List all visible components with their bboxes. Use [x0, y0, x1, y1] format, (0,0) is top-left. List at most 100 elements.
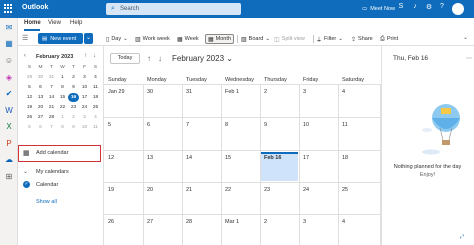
mini-day[interactable]: 3	[79, 73, 90, 82]
mini-day[interactable]: 12	[24, 93, 35, 102]
prev-month-icon[interactable]: ↑	[147, 54, 151, 63]
date-label[interactable]: 6	[147, 122, 150, 128]
date-label[interactable]: 5	[108, 122, 111, 128]
date-label[interactable]: 21	[186, 187, 192, 193]
date-label[interactable]: 11	[342, 122, 348, 128]
mini-day[interactable]: 7	[46, 123, 57, 132]
mini-day[interactable]: 26	[24, 113, 35, 122]
tab-view[interactable]: View	[48, 20, 61, 26]
mini-day[interactable]: 9	[68, 83, 79, 92]
help-icon[interactable]: ?	[437, 3, 447, 14]
mail-icon[interactable]: ✉	[3, 23, 15, 33]
split-view-button[interactable]: ◫ Split view	[274, 34, 305, 44]
mini-day[interactable]: 7	[46, 83, 57, 92]
date-label[interactable]: 4	[342, 219, 345, 225]
mini-day[interactable]: 9	[68, 123, 79, 132]
app-launcher-icon[interactable]	[4, 4, 13, 13]
mini-day[interactable]: 14	[46, 93, 57, 102]
mini-day[interactable]: 18	[90, 93, 101, 102]
mini-day[interactable]: 19	[24, 103, 35, 112]
mini-day[interactable]: 3	[79, 113, 90, 122]
hamburger-icon[interactable]: ☰	[22, 34, 28, 42]
powerpoint-icon[interactable]: P	[3, 139, 15, 149]
mini-day[interactable]: 10	[79, 123, 90, 132]
mini-day[interactable]: 27	[35, 113, 46, 122]
board-button[interactable]: ▨ Board ⌄	[241, 34, 270, 44]
date-label[interactable]: 24	[303, 187, 309, 193]
today-date-label[interactable]: Feb 16	[264, 155, 281, 161]
avatar[interactable]	[452, 3, 464, 15]
show-all-link[interactable]: Show all	[36, 199, 57, 205]
mini-day-selected[interactable]: 16	[68, 93, 79, 102]
month-button[interactable]: ▦ Month	[205, 34, 234, 44]
calendar-icon[interactable]: ▦	[3, 39, 15, 49]
date-label[interactable]: 2	[264, 89, 267, 95]
more-apps-icon[interactable]: ⊞	[3, 172, 15, 182]
my-calendars-header[interactable]: My calendars	[36, 169, 69, 175]
date-label[interactable]: 12	[108, 155, 114, 161]
mini-day[interactable]: 2	[68, 113, 79, 122]
calendar-item[interactable]: Calendar	[36, 182, 58, 188]
date-label[interactable]: 18	[342, 155, 348, 161]
mini-day[interactable]: 11	[90, 123, 101, 132]
tab-help[interactable]: Help	[70, 20, 82, 26]
chevron-down-icon[interactable]: ⌄	[23, 168, 28, 175]
mini-calendar-title[interactable]: February 2023	[36, 54, 73, 60]
mini-day[interactable]: 20	[35, 103, 46, 112]
todo-icon[interactable]: ✔	[3, 89, 15, 99]
mini-day[interactable]: 1	[57, 73, 68, 82]
new-event-button[interactable]: ▤ New event	[38, 33, 83, 44]
mini-day[interactable]: 10	[79, 83, 90, 92]
meet-now-button[interactable]: ▭ Meet Now	[362, 3, 395, 15]
date-label[interactable]: 28	[186, 219, 192, 225]
mini-day[interactable]: 5	[24, 83, 35, 92]
week-button[interactable]: ▦ Week	[177, 34, 199, 44]
mini-day[interactable]: 4	[90, 113, 101, 122]
mini-day[interactable]: 6	[35, 123, 46, 132]
groups-icon[interactable]: ◈	[3, 73, 15, 83]
mini-day[interactable]: 13	[35, 93, 46, 102]
date-label[interactable]: 3	[303, 219, 306, 225]
mini-day[interactable]: 23	[68, 103, 79, 112]
date-label[interactable]: 9	[264, 122, 267, 128]
word-icon[interactable]: W	[3, 106, 15, 116]
notifications-icon[interactable]: ♪	[410, 3, 420, 14]
date-label[interactable]: 23	[264, 187, 270, 193]
people-icon[interactable]: ☺	[3, 56, 15, 66]
mini-prev-icon[interactable]: ↑	[84, 53, 87, 59]
date-label[interactable]: 13	[147, 155, 153, 161]
collapse-icon[interactable]: ‹	[24, 53, 26, 59]
mini-day[interactable]: 5	[24, 123, 35, 132]
mini-day[interactable]: 2	[68, 73, 79, 82]
date-label[interactable]: 22	[225, 187, 231, 193]
onedrive-icon[interactable]: ☁	[3, 155, 15, 165]
date-label[interactable]: 14	[186, 155, 192, 161]
day-view-button[interactable]: ▯ Day ⌄	[106, 34, 128, 44]
mini-day[interactable]: 29	[24, 73, 35, 82]
new-event-dropdown[interactable]: ⌄	[84, 33, 93, 44]
share-button[interactable]: ⇪ Share	[351, 34, 373, 44]
tab-home[interactable]: Home	[24, 20, 41, 26]
app-name[interactable]: Outlook	[22, 4, 48, 11]
skype-icon[interactable]: S	[396, 3, 406, 14]
date-label[interactable]: 7	[186, 122, 189, 128]
ribbon-collapse-icon[interactable]: ⌄	[463, 34, 468, 41]
add-calendar-button[interactable]: Add calendar	[36, 150, 68, 156]
search-box[interactable]: ⌕ Search	[106, 3, 241, 15]
mini-day[interactable]: 8	[57, 123, 68, 132]
date-label[interactable]: Jan 29	[108, 89, 125, 95]
date-label[interactable]: 3	[303, 89, 306, 95]
mini-day[interactable]: 31	[46, 73, 57, 82]
mini-day[interactable]: 22	[57, 103, 68, 112]
mini-day[interactable]: 1	[57, 113, 68, 122]
mini-day[interactable]: 21	[46, 103, 57, 112]
mini-day[interactable]: 4	[90, 73, 101, 82]
settings-icon[interactable]: ⚙	[424, 3, 434, 14]
work-week-button[interactable]: ▥ Work week	[135, 34, 170, 44]
mini-day[interactable]: 8	[57, 83, 68, 92]
date-label[interactable]: 27	[147, 219, 153, 225]
mini-next-icon[interactable]: ↓	[93, 53, 96, 59]
date-label[interactable]: Feb 1	[225, 89, 239, 95]
date-label[interactable]: Mar 1	[225, 219, 239, 225]
mini-day[interactable]: 11	[90, 83, 101, 92]
